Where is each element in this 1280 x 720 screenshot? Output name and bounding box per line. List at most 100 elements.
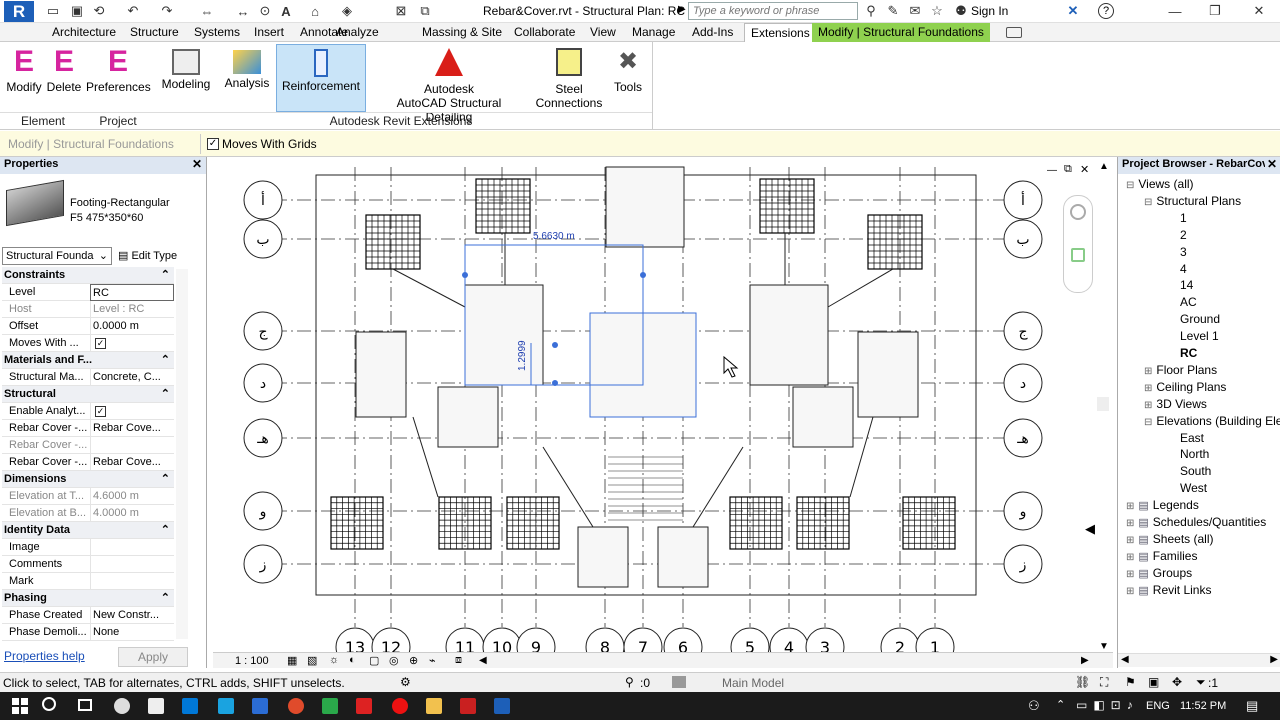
clock[interactable]: 11:52 PM <box>1180 700 1226 712</box>
dimension-icon[interactable]: ↔ <box>234 2 252 20</box>
collapse-icon[interactable]: ⊟ <box>1144 417 1152 428</box>
tab-massing-site[interactable]: Massing & Site <box>416 23 508 42</box>
autocad-icon[interactable] <box>460 698 476 714</box>
browser-node[interactable]: 4 <box>1180 262 1187 276</box>
communication-icon[interactable]: ✉ <box>906 2 924 20</box>
rebar-mat[interactable] <box>506 496 560 550</box>
record-icon[interactable] <box>356 698 372 714</box>
rebar-mat[interactable] <box>902 496 956 550</box>
sign-in-link[interactable]: Sign In <box>971 4 1008 18</box>
reveal-hidden-icon[interactable]: ⊕ <box>409 654 418 667</box>
property-group[interactable]: Identity Data ⌃ <box>2 522 174 539</box>
rebar-mat[interactable] <box>759 178 815 234</box>
property-row[interactable]: Rebar Cover -... <box>2 437 174 454</box>
property-value[interactable] <box>90 437 174 454</box>
modeling-button[interactable]: Modeling <box>158 46 214 91</box>
expand-icon[interactable]: ⊞ <box>1126 586 1134 597</box>
scroll-down-icon[interactable]: ▼ <box>1099 641 1109 652</box>
footing[interactable] <box>355 331 407 418</box>
apply-button[interactable]: Apply <box>118 647 188 667</box>
property-row[interactable]: Enable Analyt... ✓ <box>2 403 174 420</box>
expand-icon[interactable]: ⊞ <box>1144 366 1152 377</box>
category-select[interactable]: Structural Founda ⌄ <box>2 247 112 265</box>
footing[interactable] <box>657 526 709 588</box>
footing[interactable] <box>437 386 499 448</box>
tag-icon[interactable]: ⊙ <box>256 2 274 20</box>
browser-node[interactable]: RC <box>1180 346 1197 360</box>
design-options-icon[interactable] <box>672 676 686 688</box>
rebar-mat[interactable] <box>867 214 923 270</box>
calculator-icon[interactable] <box>252 698 268 714</box>
rebar-mat[interactable] <box>475 178 531 234</box>
property-row[interactable]: Mark <box>2 573 174 590</box>
rebar-mat[interactable] <box>729 496 783 550</box>
footing[interactable] <box>577 526 629 588</box>
property-row[interactable]: Phase Demoli... None <box>2 624 174 641</box>
undo-icon[interactable]: ↶ <box>124 2 142 20</box>
property-group[interactable]: Phasing ⌃ <box>2 590 174 607</box>
property-value[interactable]: Rebar Cove... <box>90 420 174 437</box>
browser-node[interactable]: ⊞ ▤ Sheets (all) <box>1126 532 1214 546</box>
browser-node[interactable]: ⊞ ▤ Families <box>1126 549 1197 563</box>
main-model-select[interactable]: Main Model <box>694 676 864 690</box>
property-row[interactable]: Phase Created New Constr... <box>2 607 174 624</box>
property-checkbox[interactable]: ✓ <box>95 406 106 417</box>
tab-systems[interactable]: Systems <box>188 23 246 42</box>
collapse-icon[interactable]: ⌃ <box>161 387 170 400</box>
temp-hide-icon[interactable]: ◎ <box>389 654 399 667</box>
sun-path-icon[interactable]: ☼ <box>329 654 339 666</box>
tab-architecture[interactable]: Architecture <box>46 23 122 42</box>
settings-icon[interactable] <box>114 698 130 714</box>
visual-style-icon[interactable]: ▧ <box>307 654 317 667</box>
folder-icon[interactable] <box>426 698 442 714</box>
property-value[interactable]: ✓ <box>90 403 174 420</box>
collapse-icon[interactable]: ⌃ <box>161 268 170 281</box>
steel-connections-button[interactable]: Steel Connections <box>534 46 604 110</box>
browser-icon[interactable] <box>288 698 304 714</box>
browser-node[interactable]: ⊞ ▤ Legends <box>1126 498 1199 512</box>
camtasia-icon[interactable] <box>322 698 338 714</box>
browser-node[interactable]: ⊞ Ceiling Plans <box>1144 380 1226 394</box>
expand-icon[interactable]: ⊞ <box>1126 569 1134 580</box>
people-icon[interactable]: ⚇ <box>1028 698 1040 714</box>
collapse-icon[interactable]: ⊟ <box>1126 180 1134 191</box>
browser-node[interactable]: North <box>1180 447 1209 461</box>
property-group[interactable]: Dimensions ⌃ <box>2 471 174 488</box>
opera-icon[interactable] <box>392 698 408 714</box>
scroll-left-icon[interactable]: ◀ <box>1121 654 1129 665</box>
browser-node[interactable]: Level 1 <box>1180 329 1219 343</box>
expand-icon[interactable]: ⊞ <box>1144 383 1152 394</box>
select-by-face-icon[interactable]: ▣ <box>1148 675 1159 689</box>
edit-type-button[interactable]: ▤ Edit Type <box>118 247 184 265</box>
help-button[interactable]: ? <box>1098 3 1114 19</box>
collapse-icon[interactable]: ⊟ <box>1144 197 1152 208</box>
switch-windows-icon[interactable]: ⧉ <box>416 2 434 20</box>
redo-icon[interactable]: ↷ <box>158 2 176 20</box>
crop-icon[interactable]: ▢ <box>369 654 379 667</box>
browser-node[interactable]: ⊞ ▤ Revit Links <box>1126 583 1211 597</box>
modify-button[interactable]: E Modify <box>4 46 44 95</box>
drawing-canvas[interactable]: أ ب ج د هـ و ز أ ب ج د هـ و ز 13 12 11 10 9 8 7 6 5 4 3 2 1 5.6630… <box>213 157 1113 652</box>
scroll-left-icon[interactable]: ◀ <box>479 655 487 666</box>
restore-view-icon[interactable]: ⧉ <box>1064 163 1072 176</box>
section-icon[interactable]: ◈ <box>338 2 356 20</box>
grip-point[interactable] <box>462 272 468 278</box>
footing[interactable] <box>857 331 919 418</box>
canvas-scrollbar[interactable] <box>1097 397 1109 411</box>
browser-node[interactable]: ⊞ Floor Plans <box>1144 363 1217 377</box>
property-value[interactable]: None <box>90 624 174 641</box>
scroll-up-icon[interactable]: ▲ <box>1099 161 1109 172</box>
text-icon[interactable]: A <box>277 2 295 20</box>
user-icon[interactable]: ⚉ <box>952 2 970 20</box>
3d-view-icon[interactable]: ⌂ <box>306 2 324 20</box>
rebar-mat[interactable] <box>365 214 421 270</box>
collapse-icon[interactable]: ⌃ <box>161 523 170 536</box>
constraints-icon[interactable]: ⧈ <box>455 654 462 667</box>
revit-taskbar-icon[interactable] <box>494 698 510 714</box>
browser-node[interactable]: ⊞ ▤ Schedules/Quantities <box>1126 515 1266 529</box>
dimension-vertical-label[interactable]: 1.2999 <box>517 340 528 371</box>
property-row[interactable]: Offset 0.0000 m <box>2 318 174 335</box>
maximize-icon[interactable]: ❐ <box>1206 2 1224 20</box>
select-underlay-icon[interactable]: ⛶ <box>1100 675 1108 690</box>
scroll-right-icon[interactable]: ▶ <box>1081 655 1089 666</box>
